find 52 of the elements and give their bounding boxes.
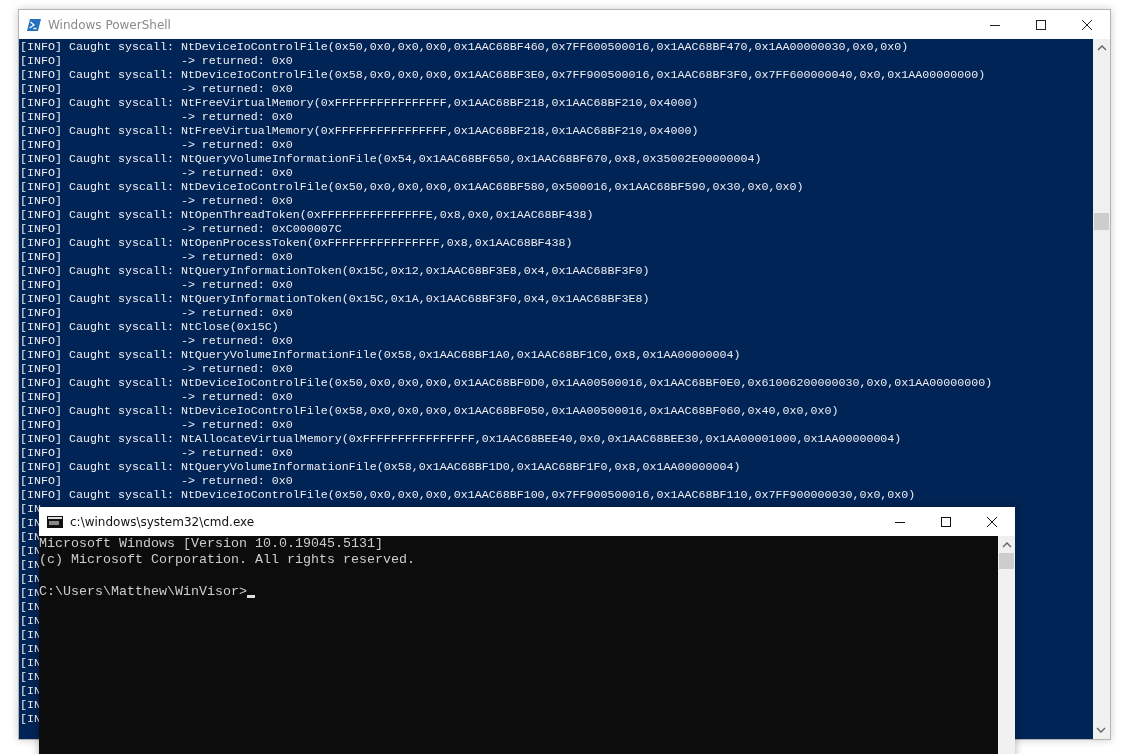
console-line: [INFO] Caught syscall: NtAllocateVirtualMemory(0xFFFFFFFFFFFFFFFF,0x1AAC68BEE40,0x0,0x1AAC68BEE30,0x1AA00001000,0x1AA00000004) (20, 432, 903, 446)
scrollbar-thumb[interactable] (999, 553, 1014, 569)
console-line: [INFO] Caught syscall: NtClose(0x15C) (20, 320, 280, 334)
console-line: [INFO] Caught syscall: NtDeviceIoControlFile(0x50,0x0,0x0,0x0,0x1AAC68BF460,0x7FF600500016,0x1AAC68BF470,0x1AA00000030,0x0,0x0) (20, 40, 910, 54)
close-icon[interactable] (1082, 19, 1092, 30)
console-line: [INFO] Caught syscall: NtDeviceIoControlFile(0x58,0x0,0x0,0x0,0x1AAC68BF050,0x1AA00500016,0x1AAC68BF060,0x40,0x0,0x0) (20, 404, 840, 418)
console-line: [INFO] -> returned: 0x0 (20, 278, 294, 292)
console-icon (47, 515, 63, 528)
console-line: [INFO] Caught syscall: NtFreeVirtualMemory(0xFFFFFFFFFFFFFFFF,0x1AAC68BF218,0x1AAC68BF210,0x4000) (20, 124, 700, 138)
scrollbar[interactable] (998, 536, 1015, 754)
powershell-icon (27, 17, 41, 32)
console-line: [INFO] Caught syscall: NtOpenThreadToken(0xFFFFFFFFFFFFFFFE,0x8,0x0,0x1AAC68BF438) (20, 208, 595, 222)
console-line: [INFO] Caught syscall: NtQueryInformationToken(0x15C,0x12,0x1AAC68BF3E8,0x4,0x1AAC68BF3F0) (20, 264, 651, 278)
console-line: [INFO] -> returned: 0x0 (20, 474, 294, 488)
console-line: [INFO] Caught syscall: NtDeviceIoControlFile(0x50,0x0,0x0,0x0,0x1AAC68BF580,0x500016,0x1AAC68BF590,0x30,0x0,0x0) (20, 180, 805, 194)
maximize-icon[interactable] (941, 516, 951, 527)
console-line: (c) Microsoft Corporation. All rights reserved. (39, 552, 416, 568)
close-icon[interactable] (987, 516, 997, 527)
console-line: [INFO] Caught syscall: NtOpenProcessToken(0xFFFFFFFFFFFFFFFF,0x8,0x1AAC68BF438) (20, 236, 574, 250)
console-line: [INFO] -> returned: 0x0 (20, 446, 294, 460)
console-line: [INFO] Caught syscall: NtDeviceIoControlFile(0x50,0x0,0x0,0x0,0x1AAC68BF0D0,0x1AA00500016,0x1AAC68BF0E0,0x61006200000030,0x0,0x1AA00000000) (20, 376, 994, 390)
scroll-up-icon[interactable] (1001, 542, 1012, 548)
scroll-up-icon[interactable] (1096, 45, 1107, 51)
console-line: [INFO] -> returned: 0x0 (20, 110, 294, 124)
console-line: [INFO] Caught syscall: NtQueryVolumeInformationFile(0x58,0x1AAC68BF1D0,0x1AAC68BF1F0,0x8,0x1AA00000004) (20, 460, 742, 474)
scroll-down-icon[interactable] (1096, 727, 1106, 733)
console-line: [INFO] -> returned: 0xC000007C (20, 222, 343, 236)
console-line: [INFO] -> returned: 0x0 (20, 82, 294, 96)
console-line: [INFO] -> returned: 0x0 (20, 166, 294, 180)
console-line: [INFO] -> returned: 0x0 (20, 362, 294, 376)
console-line: [INFO] -> returned: 0x0 (20, 250, 294, 264)
console-line: [INFO] -> returned: 0x0 (20, 390, 294, 404)
maximize-icon[interactable] (1036, 19, 1046, 30)
window-title: c:\windows\system32\cmd.exe (70, 514, 255, 529)
console-line: [INFO] -> returned: 0x0 (20, 194, 294, 208)
console-line: [INFO] Caught syscall: NtQueryInformationToken(0x15C,0x1A,0x1AAC68BF3F0,0x4,0x1AAC68BF3E8) (20, 292, 651, 306)
console-line: [INFO] Caught syscall: NtFreeVirtualMemory(0xFFFFFFFFFFFFFFFF,0x1AAC68BF218,0x1AAC68BF210,0x4000) (20, 96, 700, 110)
scrollbar[interactable] (1093, 39, 1110, 739)
console-line: [INFO] Caught syscall: NtQueryVolumeInformationFile(0x58,0x1AAC68BF1A0,0x1AAC68BF1C0,0x8,0x1AA00000004) (20, 348, 742, 362)
text-cursor (246, 595, 255, 598)
console-line: [INFO] -> returned: 0x0 (20, 334, 294, 348)
console-line: [INFO] -> returned: 0x0 (20, 418, 294, 432)
window-title: Windows PowerShell (48, 17, 171, 32)
console-line: [INFO] -> returned: 0x0 (20, 138, 294, 152)
console-line: [INFO] -> returned: 0x0 (20, 54, 294, 68)
console-line: [INFO] Caught syscall: NtDeviceIoControlFile(0x50,0x0,0x0,0x0,0x1AAC68BF100,0x7FF900500016,0x1AAC68BF110,0x7FF900000030,0x0,0x0) (20, 488, 917, 502)
console-line: Microsoft Windows [Version 10.0.19045.5131] (39, 536, 384, 552)
console-line: [INFO] -> returned: 0x0 (20, 306, 294, 320)
console-line: [INFO] Caught syscall: NtQueryVolumeInformationFile(0x54,0x1AAC68BF650,0x1AAC68BF670,0x8,0x35002E00000004) (20, 152, 763, 166)
console-line: [INFO] Caught syscall: NtDeviceIoControlFile(0x58,0x0,0x0,0x0,0x1AAC68BF3E0,0x7FF900500016,0x1AAC68BF3F0,0x7FF600000040,0x0,0x1AA00000000) (20, 68, 987, 82)
scrollbar-thumb[interactable] (1094, 213, 1109, 230)
command-prompt: C:\Users\Matthew\WinVisor> (39, 584, 247, 600)
